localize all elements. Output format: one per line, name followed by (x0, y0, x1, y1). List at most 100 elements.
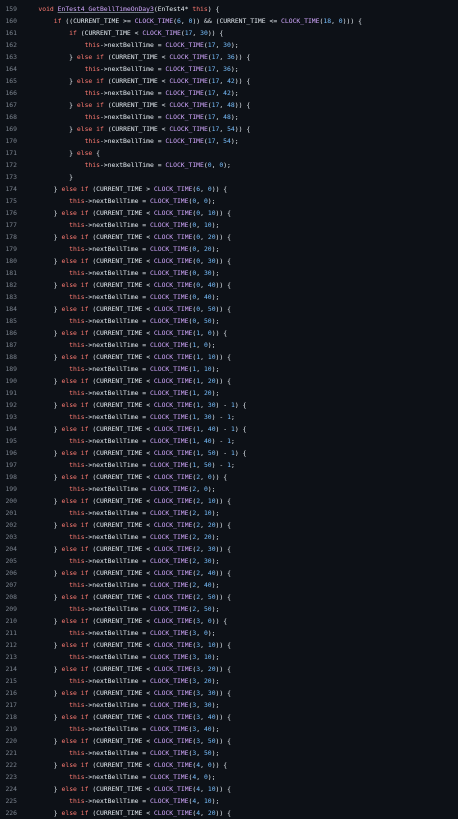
line-number: 178 (5, 233, 17, 241)
line-number: 207 (5, 581, 17, 589)
code-line: 220 } else if (CURRENT_TIME < CLOCK_TIME… (0, 735, 458, 747)
line-number: 172 (5, 161, 17, 169)
code-editor[interactable]: 159 void EnTest4_GetBellTimeOnDay3(EnTes… (0, 0, 458, 817)
code-line: 186 } else if (CURRENT_TIME < CLOCK_TIME… (0, 327, 458, 339)
line-number: 169 (5, 125, 17, 133)
line-number: 225 (5, 797, 17, 805)
code-text: this->nextBellTime = CLOCK_TIME(4, 10); (69, 797, 220, 805)
line-number: 190 (5, 377, 17, 385)
code-text: } else if (CURRENT_TIME < CLOCK_TIME(1, … (53, 329, 228, 337)
line-number: 174 (5, 185, 17, 193)
code-line: 207 this->nextBellTime = CLOCK_TIME(2, 4… (0, 579, 458, 591)
line-number: 213 (5, 653, 17, 661)
code-line: 201 this->nextBellTime = CLOCK_TIME(2, 1… (0, 507, 458, 519)
line-number: 159 (5, 5, 17, 13)
code-line: 160 if ((CURRENT_TIME >= CLOCK_TIME(6, 0… (0, 15, 458, 27)
code-text: if (CURRENT_TIME < CLOCK_TIME(17, 30)) { (69, 29, 224, 37)
code-text: } else if (CURRENT_TIME < CLOCK_TIME(1, … (53, 449, 247, 457)
line-number: 160 (5, 17, 17, 25)
code-line: 194 } else if (CURRENT_TIME < CLOCK_TIME… (0, 423, 458, 435)
code-line: 214 } else if (CURRENT_TIME < CLOCK_TIME… (0, 663, 458, 675)
line-number: 168 (5, 113, 17, 121)
code-text: this->nextBellTime = CLOCK_TIME(1, 50) -… (69, 461, 235, 469)
code-line: 223 this->nextBellTime = CLOCK_TIME(4, 0… (0, 771, 458, 783)
code-line: 179 this->nextBellTime = CLOCK_TIME(0, 2… (0, 243, 458, 255)
code-text: this->nextBellTime = CLOCK_TIME(17, 36); (84, 65, 239, 73)
code-text: } else if (CURRENT_TIME < CLOCK_TIME(0, … (53, 305, 231, 313)
line-number: 195 (5, 437, 17, 445)
code-text: } else if (CURRENT_TIME < CLOCK_TIME(1, … (53, 401, 247, 409)
code-text: } else if (CURRENT_TIME < CLOCK_TIME(4, … (53, 761, 228, 769)
line-number: 167 (5, 101, 17, 109)
code-text: } else if (CURRENT_TIME < CLOCK_TIME(1, … (53, 377, 231, 385)
code-line: 196 } else if (CURRENT_TIME < CLOCK_TIME… (0, 447, 458, 459)
line-number: 166 (5, 89, 17, 97)
code-line: 185 this->nextBellTime = CLOCK_TIME(0, 5… (0, 315, 458, 327)
line-number: 205 (5, 557, 17, 565)
code-line: 213 this->nextBellTime = CLOCK_TIME(3, 1… (0, 651, 458, 663)
code-line: 224 } else if (CURRENT_TIME < CLOCK_TIME… (0, 783, 458, 795)
code-text: this->nextBellTime = CLOCK_TIME(2, 10); (69, 509, 220, 517)
code-line: 184 } else if (CURRENT_TIME < CLOCK_TIME… (0, 303, 458, 315)
line-number: 216 (5, 689, 17, 697)
code-line: 200 } else if (CURRENT_TIME < CLOCK_TIME… (0, 495, 458, 507)
line-number: 197 (5, 461, 17, 469)
code-text: this->nextBellTime = CLOCK_TIME(2, 0); (69, 485, 216, 493)
line-number: 183 (5, 293, 17, 301)
code-text: } else if (CURRENT_TIME < CLOCK_TIME(3, … (53, 617, 228, 625)
code-line: 209 this->nextBellTime = CLOCK_TIME(2, 5… (0, 603, 458, 615)
code-text: this->nextBellTime = CLOCK_TIME(2, 20); (69, 533, 220, 541)
code-text: } else if (CURRENT_TIME < CLOCK_TIME(2, … (53, 545, 231, 553)
line-number: 170 (5, 137, 17, 145)
code-text: this->nextBellTime = CLOCK_TIME(3, 20); (69, 677, 220, 685)
code-text: this->nextBellTime = CLOCK_TIME(0, 40); (69, 293, 220, 301)
code-line: 183 this->nextBellTime = CLOCK_TIME(0, 4… (0, 291, 458, 303)
code-text: this->nextBellTime = CLOCK_TIME(17, 48); (84, 113, 239, 121)
code-line: 215 this->nextBellTime = CLOCK_TIME(3, 2… (0, 675, 458, 687)
code-text: this->nextBellTime = CLOCK_TIME(17, 30); (84, 41, 239, 49)
code-line: 219 this->nextBellTime = CLOCK_TIME(3, 4… (0, 723, 458, 735)
code-line: 178 } else if (CURRENT_TIME < CLOCK_TIME… (0, 231, 458, 243)
code-text: } else if (CURRENT_TIME < CLOCK_TIME(17,… (69, 101, 251, 109)
code-line: 172 this->nextBellTime = CLOCK_TIME(0, 0… (0, 159, 458, 171)
code-line: 193 this->nextBellTime = CLOCK_TIME(1, 3… (0, 411, 458, 423)
code-text: this->nextBellTime = CLOCK_TIME(0, 30); (69, 269, 220, 277)
line-number: 218 (5, 713, 17, 721)
line-number: 210 (5, 617, 17, 625)
code-text: } else if (CURRENT_TIME > CLOCK_TIME(6, … (53, 185, 228, 193)
line-number: 189 (5, 365, 17, 373)
code-line: 182 } else if (CURRENT_TIME < CLOCK_TIME… (0, 279, 458, 291)
line-number: 199 (5, 485, 17, 493)
code-line: 216 } else if (CURRENT_TIME < CLOCK_TIME… (0, 687, 458, 699)
code-line: 203 this->nextBellTime = CLOCK_TIME(2, 2… (0, 531, 458, 543)
code-line: 159 void EnTest4_GetBellTimeOnDay3(EnTes… (0, 3, 458, 15)
code-text: } else if (CURRENT_TIME < CLOCK_TIME(3, … (53, 641, 231, 649)
code-text: this->nextBellTime = CLOCK_TIME(0, 0); (69, 197, 216, 205)
line-number: 188 (5, 353, 17, 361)
code-line: 191 this->nextBellTime = CLOCK_TIME(1, 2… (0, 387, 458, 399)
code-line: 166 this->nextBellTime = CLOCK_TIME(17, … (0, 87, 458, 99)
code-line: 188 } else if (CURRENT_TIME < CLOCK_TIME… (0, 351, 458, 363)
line-number: 165 (5, 77, 17, 85)
code-text: this->nextBellTime = CLOCK_TIME(1, 40) -… (69, 437, 235, 445)
code-line: 170 this->nextBellTime = CLOCK_TIME(17, … (0, 135, 458, 147)
line-number: 198 (5, 473, 17, 481)
code-text: } else if (CURRENT_TIME < CLOCK_TIME(0, … (53, 233, 231, 241)
code-line: 226 } else if (CURRENT_TIME < CLOCK_TIME… (0, 807, 458, 819)
code-text: this->nextBellTime = CLOCK_TIME(1, 0); (69, 341, 216, 349)
code-text: } else if (CURRENT_TIME < CLOCK_TIME(3, … (53, 713, 231, 721)
code-text: this->nextBellTime = CLOCK_TIME(3, 40); (69, 725, 220, 733)
code-line: 204 } else if (CURRENT_TIME < CLOCK_TIME… (0, 543, 458, 555)
code-text: } else if (CURRENT_TIME < CLOCK_TIME(2, … (53, 497, 231, 505)
line-number: 175 (5, 197, 17, 205)
line-number: 215 (5, 677, 17, 685)
code-text: } else { (69, 149, 100, 157)
line-number: 196 (5, 449, 17, 457)
line-number: 179 (5, 245, 17, 253)
code-line: 210 } else if (CURRENT_TIME < CLOCK_TIME… (0, 615, 458, 627)
code-text: this->nextBellTime = CLOCK_TIME(3, 50); (69, 749, 220, 757)
code-text: } else if (CURRENT_TIME < CLOCK_TIME(17,… (69, 125, 251, 133)
code-text: this->nextBellTime = CLOCK_TIME(2, 40); (69, 581, 220, 589)
code-text: this->nextBellTime = CLOCK_TIME(0, 10); (69, 221, 220, 229)
code-text: } else if (CURRENT_TIME < CLOCK_TIME(3, … (53, 689, 231, 697)
